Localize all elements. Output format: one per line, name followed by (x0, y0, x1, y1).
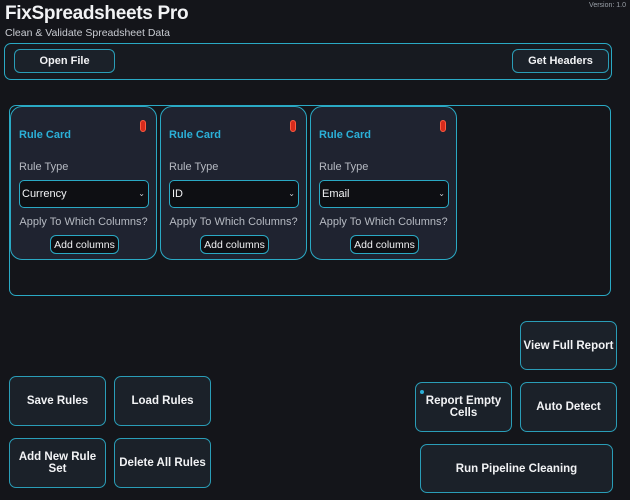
app-title: FixSpreadsheets Pro (5, 3, 189, 24)
apply-columns-label: Apply To Which Columns? (19, 216, 148, 228)
apply-columns-label: Apply To Which Columns? (319, 216, 448, 228)
save-rules-button[interactable]: Save Rules (9, 376, 106, 426)
card-title: Rule Card (169, 129, 221, 141)
rule-card: Rule Card Rule Type Email ⌄ Apply To Whi… (310, 106, 457, 260)
apply-columns-label: Apply To Which Columns? (169, 216, 298, 228)
card-title: Rule Card (319, 129, 371, 141)
card-title: Rule Card (19, 129, 71, 141)
chevron-down-icon: ⌄ (438, 189, 445, 198)
delete-all-rules-button[interactable]: Delete All Rules (114, 438, 211, 488)
report-empty-cells-label: Report Empty Cells (425, 395, 502, 419)
rule-card: Rule Card Rule Type Currency ⌄ Apply To … (10, 106, 157, 260)
rule-type-value: ID (172, 188, 183, 200)
get-headers-button[interactable]: Get Headers (512, 49, 609, 73)
rules-panel: Rule Card Rule Type Currency ⌄ Apply To … (9, 105, 611, 296)
indicator-dot-icon (420, 390, 424, 394)
report-empty-cells-button[interactable]: Report Empty Cells (415, 382, 512, 432)
rule-card: Rule Card Rule Type ID ⌄ Apply To Which … (160, 106, 307, 260)
add-columns-button[interactable]: Add columns (50, 235, 119, 254)
close-card-button[interactable] (140, 120, 146, 132)
add-new-rule-set-button[interactable]: Add New Rule Set (9, 438, 106, 488)
rule-type-select[interactable]: Email ⌄ (319, 180, 449, 208)
add-columns-button[interactable]: Add columns (200, 235, 269, 254)
rule-type-label: Rule Type (319, 161, 369, 173)
close-card-button[interactable] (440, 120, 446, 132)
view-full-report-button[interactable]: View Full Report (520, 321, 617, 370)
rule-type-select[interactable]: Currency ⌄ (19, 180, 149, 208)
load-rules-button[interactable]: Load Rules (114, 376, 211, 426)
toolbar: Open File Get Headers (4, 43, 612, 80)
add-columns-button[interactable]: Add columns (350, 235, 419, 254)
chevron-down-icon: ⌄ (138, 189, 145, 198)
app-subtitle: Clean & Validate Spreadsheet Data (5, 27, 170, 39)
chevron-down-icon: ⌄ (288, 189, 295, 198)
rule-type-select[interactable]: ID ⌄ (169, 180, 299, 208)
rule-type-value: Email (322, 188, 350, 200)
run-pipeline-cleaning-button[interactable]: Run Pipeline Cleaning (420, 444, 613, 493)
rule-type-value: Currency (22, 188, 67, 200)
auto-detect-button[interactable]: Auto Detect (520, 382, 617, 432)
rule-type-label: Rule Type (169, 161, 219, 173)
version-label: Version: 1.0 (589, 2, 626, 9)
rule-type-label: Rule Type (19, 161, 69, 173)
open-file-button[interactable]: Open File (14, 49, 115, 73)
close-card-button[interactable] (290, 120, 296, 132)
